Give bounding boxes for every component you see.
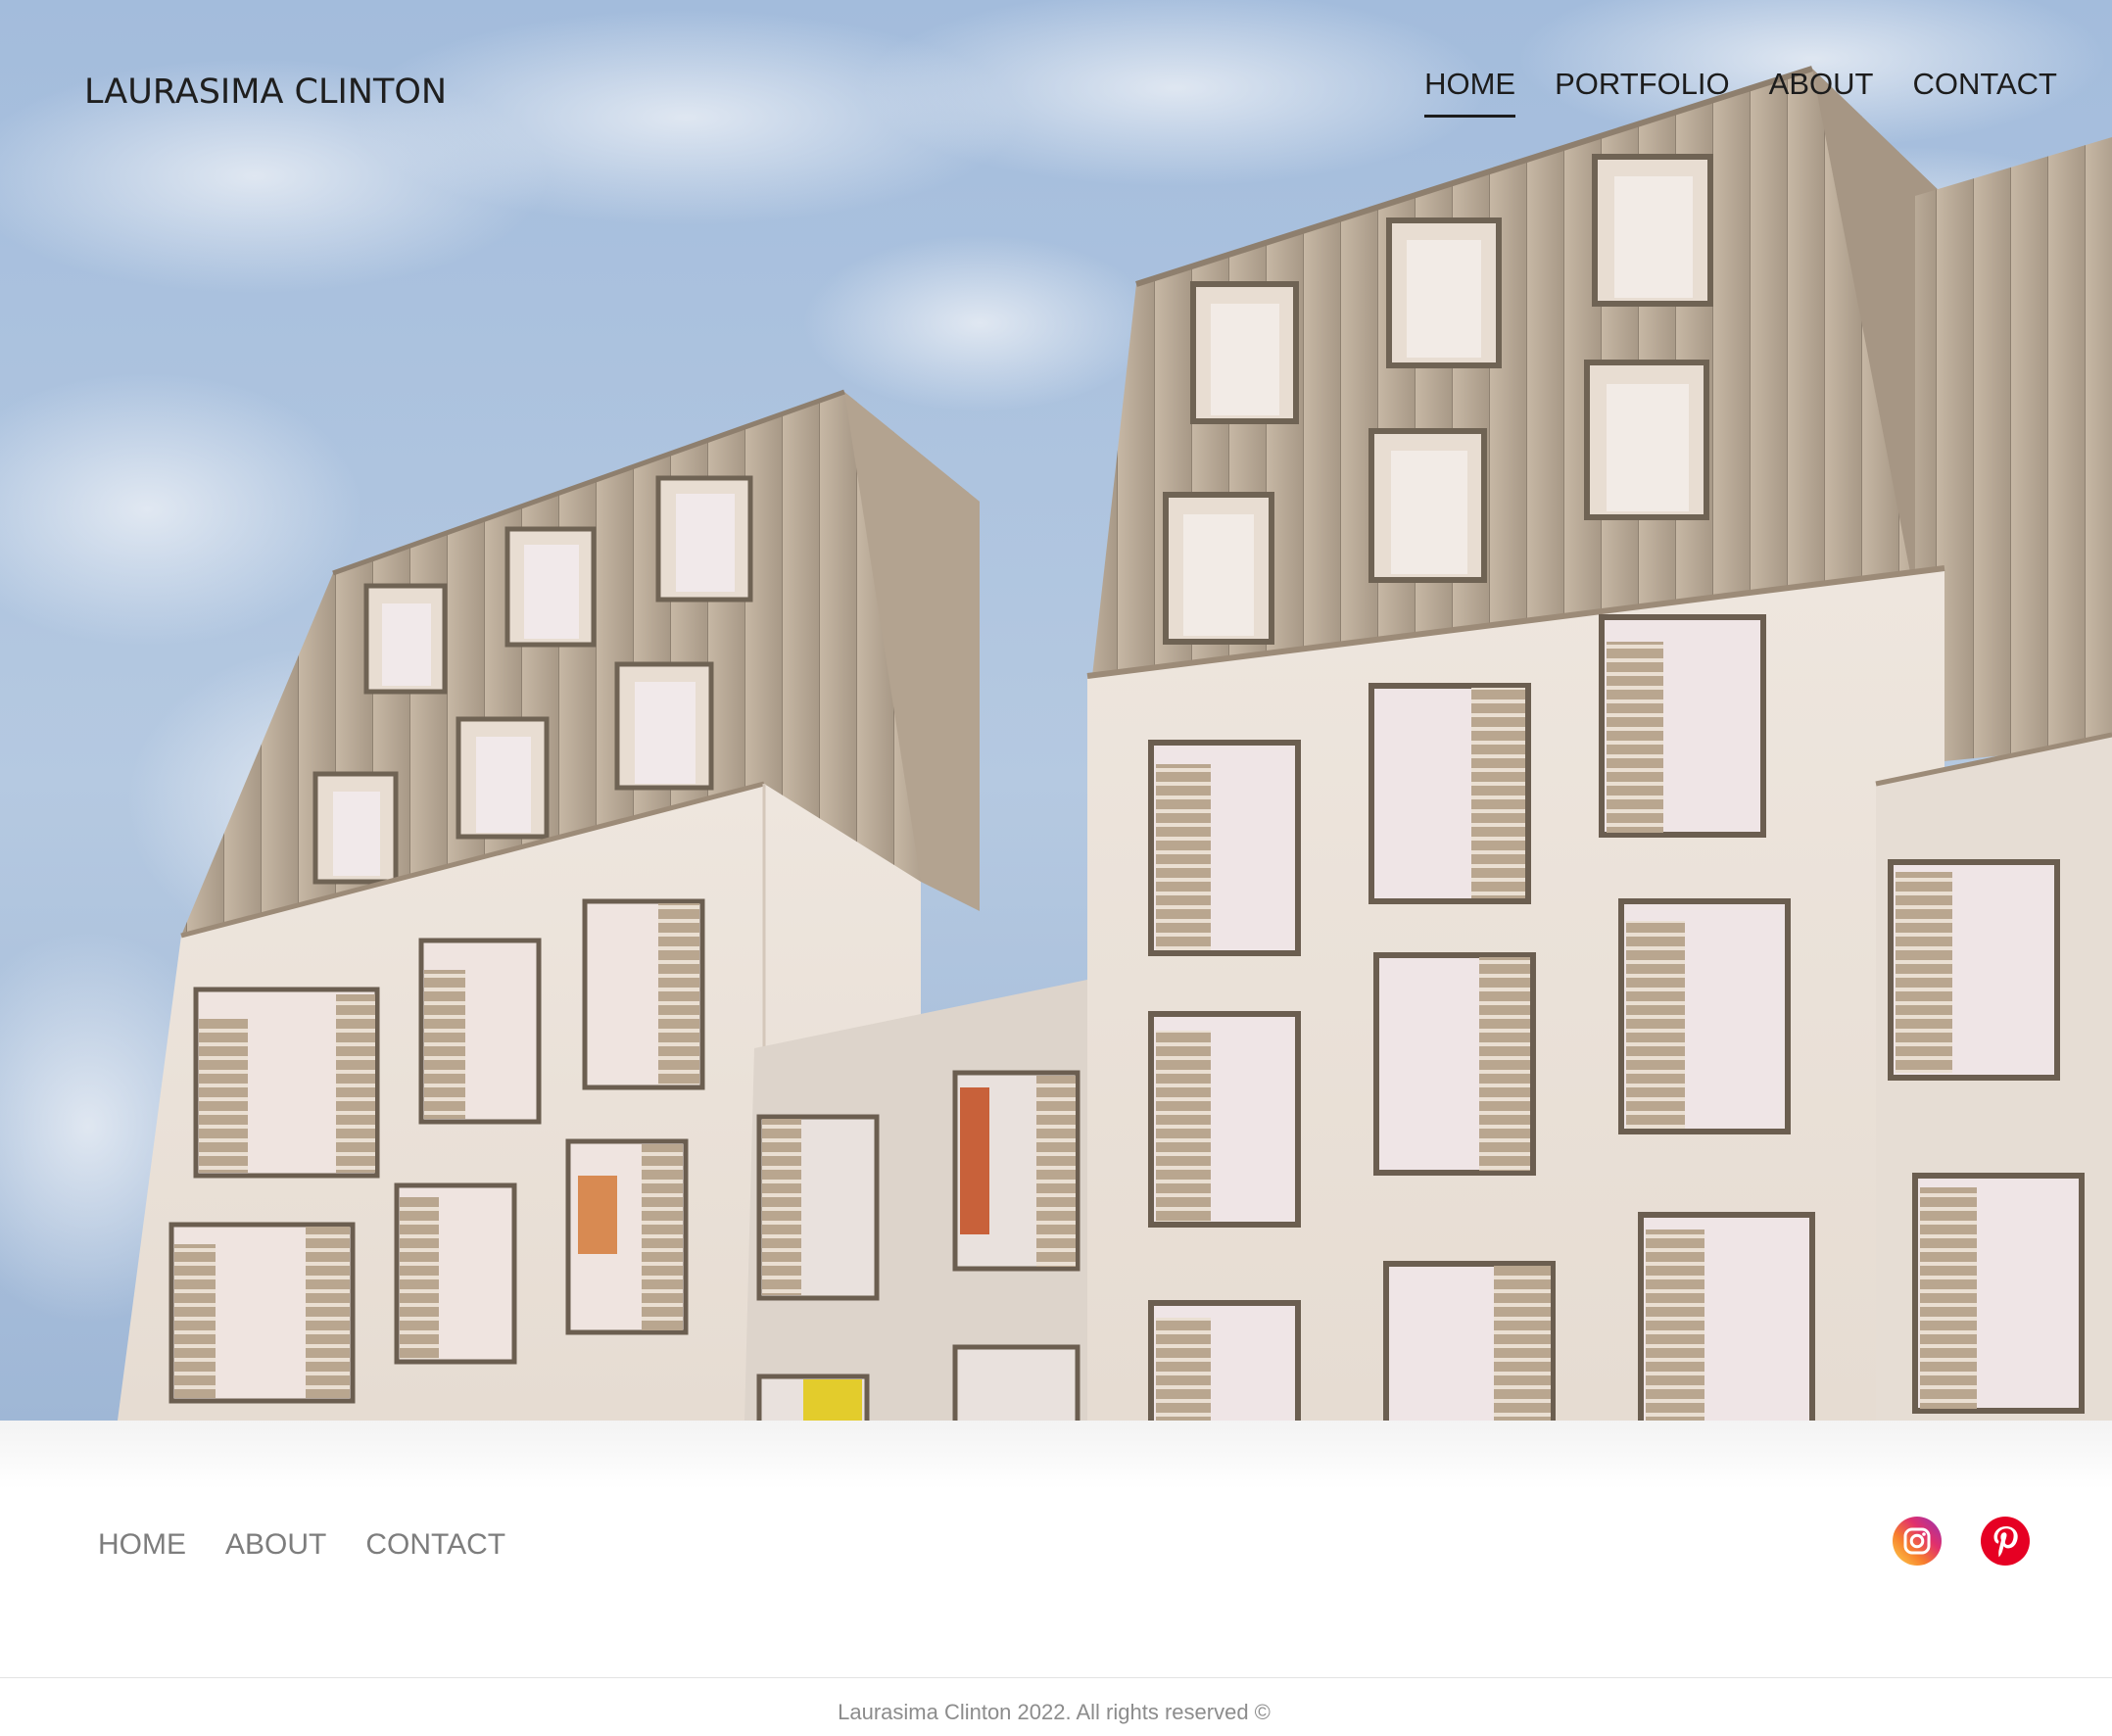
nav-contact-link[interactable]: CONTACT	[1912, 67, 2057, 118]
main-nav: HOME PORTFOLIO ABOUT CONTACT	[1424, 67, 2057, 118]
footer-nav: HOME ABOUT CONTACT	[98, 1528, 505, 1562]
nav-portfolio-link[interactable]: PORTFOLIO	[1555, 67, 1730, 118]
hero-image	[0, 0, 2112, 1421]
site-header: LAURASIMA CLINTON HOME PORTFOLIO ABOUT C…	[0, 0, 2112, 147]
hero-section: LAURASIMA CLINTON HOME PORTFOLIO ABOUT C…	[0, 0, 2112, 1421]
nav-home-link[interactable]: HOME	[1424, 67, 1516, 118]
social-links	[1893, 1517, 2030, 1566]
copyright-text: Laurasima Clinton 2022. All rights reser…	[0, 1700, 2112, 1725]
instagram-icon[interactable]	[1893, 1517, 1942, 1566]
copyright-label: Laurasima Clinton 2022. All rights reser…	[838, 1700, 1271, 1724]
footer-home-link[interactable]: HOME	[98, 1528, 186, 1562]
pinterest-icon[interactable]	[1981, 1517, 2030, 1566]
footer-shadow	[0, 1421, 2112, 1489]
footer-about-link[interactable]: ABOUT	[225, 1528, 326, 1562]
site-logo[interactable]: LAURASIMA CLINTON	[84, 72, 447, 112]
footer-contact-link[interactable]: CONTACT	[365, 1528, 505, 1562]
nav-about-link[interactable]: ABOUT	[1769, 67, 1874, 118]
